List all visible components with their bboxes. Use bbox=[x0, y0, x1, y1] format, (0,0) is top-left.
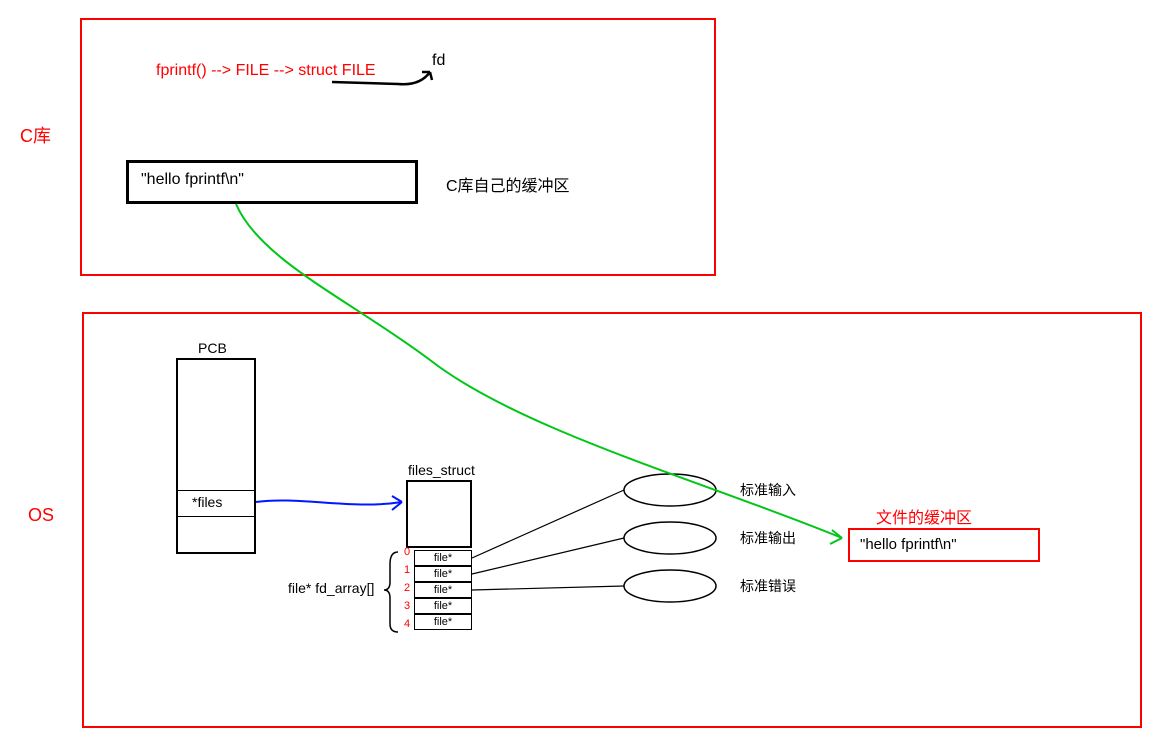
fd-row-2-text: file* bbox=[434, 584, 452, 596]
stdout-label: 标准输出 bbox=[740, 528, 796, 548]
fd-row-0: file* bbox=[414, 550, 472, 566]
fd-index-3: 3 bbox=[404, 600, 410, 612]
fd-label: fd bbox=[432, 52, 445, 70]
pcb-files-field: *files bbox=[192, 494, 222, 510]
fd-index-4: 4 bbox=[404, 618, 410, 630]
c-library-label: C库 bbox=[20, 122, 51, 148]
fd-index-2: 2 bbox=[404, 582, 410, 594]
pcb-row-divider-1 bbox=[178, 490, 254, 491]
pcb-box bbox=[176, 358, 256, 554]
os-label: OS bbox=[28, 505, 54, 526]
file-buffer-box: "hello fprintf\n" bbox=[848, 528, 1040, 562]
fd-row-4-text: file* bbox=[434, 616, 452, 628]
pcb-title: PCB bbox=[198, 340, 227, 356]
fd-row-3-text: file* bbox=[434, 600, 452, 612]
c-library-buffer-text: "hello fprintf\n" bbox=[141, 171, 244, 188]
files-struct-box bbox=[406, 480, 472, 548]
stdin-label: 标准输入 bbox=[740, 480, 796, 500]
fd-index-1: 1 bbox=[404, 564, 410, 576]
fd-index-0: 0 bbox=[404, 546, 410, 558]
file-buffer-text: "hello fprintf\n" bbox=[860, 536, 957, 553]
fd-array-label: file* fd_array[] bbox=[288, 580, 374, 596]
fd-row-2: file* bbox=[414, 582, 472, 598]
fd-row-0-text: file* bbox=[434, 552, 452, 564]
c-library-buffer-box: "hello fprintf\n" bbox=[126, 160, 418, 204]
files-struct-title: files_struct bbox=[408, 462, 475, 478]
fd-row-1: file* bbox=[414, 566, 472, 582]
fd-row-4: file* bbox=[414, 614, 472, 630]
fd-row-1-text: file* bbox=[434, 568, 452, 580]
pcb-row-divider-2 bbox=[178, 516, 254, 517]
fprintf-chain-text: fprintf() --> FILE --> struct FILE bbox=[156, 62, 376, 80]
fd-row-3: file* bbox=[414, 598, 472, 614]
stderr-label: 标准错误 bbox=[740, 576, 796, 596]
c-library-box bbox=[80, 18, 716, 276]
file-buffer-title: 文件的缓冲区 bbox=[876, 504, 972, 528]
c-library-buffer-label: C库自己的缓冲区 bbox=[446, 172, 570, 196]
